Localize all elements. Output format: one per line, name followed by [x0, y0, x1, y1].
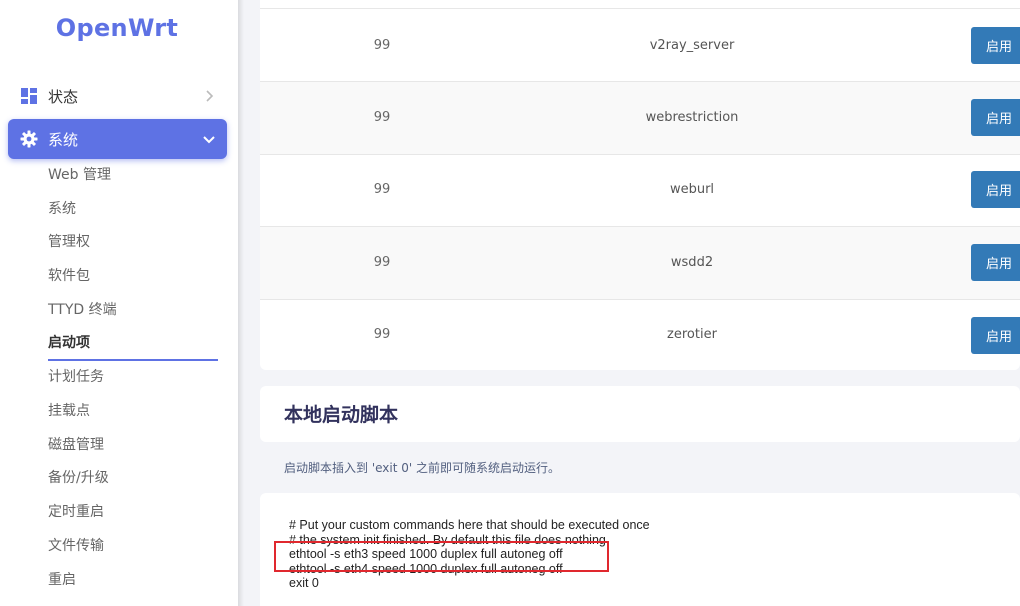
enable-button[interactable]: 启用 — [971, 27, 1020, 64]
script-line: exit 0 — [289, 576, 319, 590]
section-description: 启动脚本插入到 'exit 0' 之前即可随系统启动运行。 — [284, 461, 560, 475]
priority-cell: 99 — [373, 255, 391, 270]
startup-table: 99 v2ray_server 启用 99 webrestriction 启用 … — [260, 0, 1020, 370]
submenu-item-file-transfer[interactable]: 文件传输 — [48, 529, 218, 563]
gear-icon — [20, 130, 38, 148]
service-name-cell: weburl — [669, 182, 715, 197]
service-name-cell: webrestriction — [645, 110, 739, 125]
main-content: 99 v2ray_server 启用 99 webrestriction 启用 … — [260, 0, 1020, 606]
menu-item-system[interactable]: 系统 — [8, 119, 227, 159]
submenu-item-mount-points[interactable]: 挂载点 — [48, 394, 218, 428]
submenu-item-system[interactable]: 系统 — [48, 192, 218, 226]
submenu-item-backup-upgrade[interactable]: 备份/升级 — [48, 461, 218, 495]
chevron-right-icon — [201, 88, 217, 104]
table-row: 99 v2ray_server 启用 — [260, 8, 1020, 81]
priority-cell: 99 — [373, 327, 391, 342]
service-name-cell: zerotier — [667, 327, 717, 342]
service-name-cell: wsdd2 — [670, 255, 714, 270]
menu-item-status[interactable]: 状态 — [8, 76, 227, 116]
dashboard-icon — [20, 87, 38, 105]
menu-item-label: 状态 — [48, 87, 79, 106]
enable-button[interactable]: 启用 — [971, 317, 1020, 354]
sidebar-shadow — [238, 0, 244, 606]
submenu-item-disk-management[interactable]: 磁盘管理 — [48, 428, 218, 462]
table-row: 99 webrestriction 启用 — [260, 81, 1020, 154]
chevron-down-icon — [201, 131, 217, 147]
service-name-cell: v2ray_server — [649, 38, 735, 53]
table-row: 99 weburl 启用 — [260, 154, 1020, 227]
submenu-item-scheduled-reboot[interactable]: 定时重启 — [48, 495, 218, 529]
submenu-item-reboot[interactable]: 重启 — [48, 563, 218, 597]
submenu-item-scheduled-tasks[interactable]: 计划任务 — [48, 360, 218, 394]
submenu-item-admin[interactable]: 管理权 — [48, 225, 218, 259]
menu-item-label: 系统 — [48, 130, 79, 149]
priority-cell: 99 — [373, 182, 391, 197]
openwrt-logo[interactable]: OpenWrt — [0, 14, 234, 42]
table-row: 99 wsdd2 启用 — [260, 226, 1020, 299]
sidebar: OpenWrt 状态 系统 Web 管理 系统 管理权 软件包 TTYD 终端 … — [0, 0, 238, 606]
highlight-box — [274, 541, 609, 572]
table-row: 99 zerotier 启用 — [260, 299, 1020, 370]
submenu-item-web-admin[interactable]: Web 管理 — [48, 158, 218, 192]
local-startup-header: 本地启动脚本 — [260, 386, 1020, 442]
section-title: 本地启动脚本 — [284, 404, 399, 426]
submenu-item-startup[interactable]: 启动项 — [48, 327, 218, 361]
submenu-item-packages[interactable]: 软件包 — [48, 259, 218, 293]
script-line: # Put your custom commands here that sho… — [289, 518, 650, 532]
enable-button[interactable]: 启用 — [971, 244, 1020, 281]
priority-cell: 99 — [373, 110, 391, 125]
enable-button[interactable]: 启用 — [971, 99, 1020, 136]
submenu-item-ttyd[interactable]: TTYD 终端 — [48, 293, 218, 327]
enable-button[interactable]: 启用 — [971, 171, 1020, 208]
priority-cell: 99 — [373, 38, 391, 53]
